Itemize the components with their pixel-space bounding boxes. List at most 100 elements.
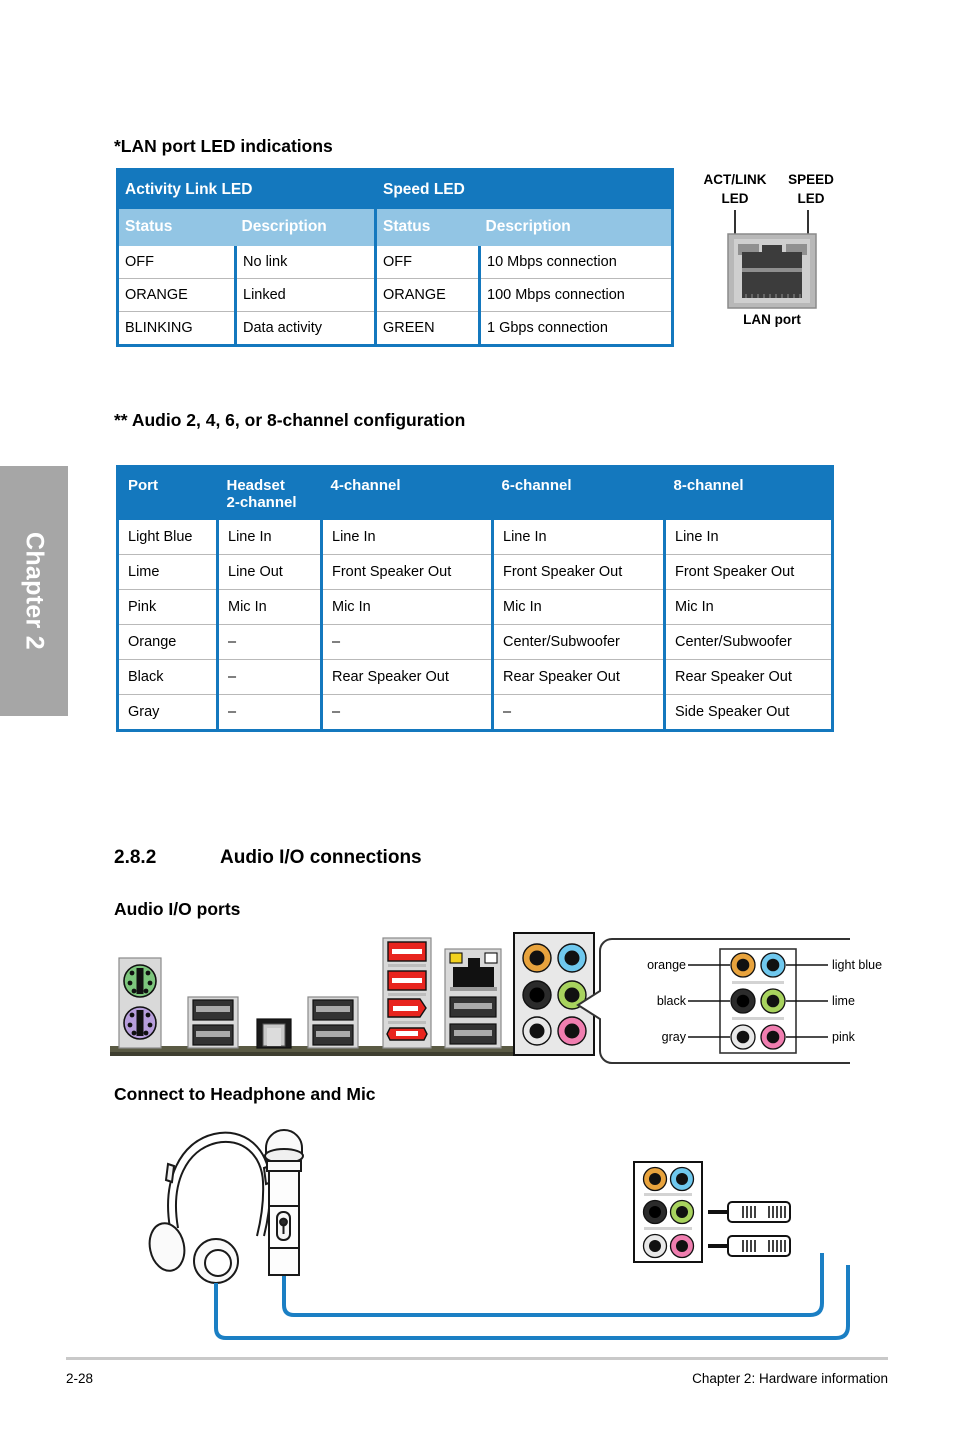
audio-jack-callout-bubble bbox=[576, 938, 949, 1064]
callout-label-gray: gray bbox=[661, 1030, 686, 1044]
cell-8ch: Line In bbox=[663, 520, 833, 555]
cell-4ch: Mic In bbox=[320, 589, 493, 625]
subheader-description-act: Description bbox=[235, 209, 376, 246]
cell-8ch: Mic In bbox=[663, 589, 833, 625]
header-port: Port bbox=[117, 466, 218, 520]
rear-io-panel-figure: orange black gray light blue lime pink bbox=[100, 925, 949, 1075]
cell-8ch: Center/Subwoofer bbox=[663, 624, 833, 660]
table-row: Orange – – Center/Subwoofer Center/Subwo… bbox=[117, 624, 833, 660]
rear-audio-jack-group bbox=[513, 932, 595, 1056]
cell-port: Lime bbox=[117, 554, 218, 590]
microphone-icon bbox=[264, 1129, 304, 1276]
cell-speed-status: GREEN bbox=[374, 311, 480, 346]
lan-led-table: Activity Link LED Speed LED Status Descr… bbox=[116, 168, 675, 347]
mic-plug-icon bbox=[708, 1235, 791, 1257]
audio-jack-plugs-svg bbox=[633, 1161, 791, 1263]
cell-speed-status: OFF bbox=[374, 246, 480, 279]
cell-act-status: ORANGE bbox=[117, 278, 236, 312]
cell-4ch: – bbox=[320, 694, 493, 731]
chapter-side-tab: Chapter 2 bbox=[0, 466, 68, 716]
optical-spdif-port bbox=[256, 1018, 292, 1049]
header-speed-led: Speed LED bbox=[373, 169, 673, 209]
footer-divider bbox=[66, 1357, 888, 1360]
lan-led-table-wrapper: Activity Link LED Speed LED Status Descr… bbox=[116, 168, 675, 347]
table-row: Black – Rear Speaker Out Rear Speaker Ou… bbox=[117, 659, 833, 695]
rear-io-panel-svg bbox=[110, 932, 949, 1064]
cell-6ch: Rear Speaker Out bbox=[491, 659, 665, 695]
headphone-icon bbox=[148, 1131, 274, 1284]
callout-label-lime: lime bbox=[832, 994, 855, 1008]
cell-2ch: – bbox=[216, 624, 322, 660]
table-row: Lime Line Out Front Speaker Out Front Sp… bbox=[117, 554, 833, 590]
cell-8ch: Front Speaker Out bbox=[663, 554, 833, 590]
table-subheader-row: Status Description Status Description bbox=[117, 209, 673, 246]
lan-port-figure: ACT/LINK LED SPEED LED LAN port bbox=[696, 168, 846, 328]
table-row: Light Blue Line In Line In Line In Line … bbox=[117, 520, 833, 555]
cell-6ch: Center/Subwoofer bbox=[491, 624, 665, 660]
table-row: Gray – – – Side Speaker Out bbox=[117, 694, 833, 731]
table-header-row: Port Headset 2-channel 4-channel 6-chann… bbox=[117, 466, 833, 520]
lan-fig-label-actlink-led: LED bbox=[721, 191, 749, 206]
header-headset-2channel: Headset 2-channel bbox=[217, 466, 322, 520]
usb-port-group-2 bbox=[307, 996, 359, 1049]
table-header-row: Activity Link LED Speed LED bbox=[117, 169, 673, 209]
usb3-esata-port-group bbox=[382, 937, 432, 1049]
cell-port: Black bbox=[117, 659, 218, 695]
cell-4ch: Rear Speaker Out bbox=[320, 659, 493, 695]
lan-usb-port-group bbox=[444, 948, 502, 1049]
cell-act-desc: Data activity bbox=[234, 311, 376, 346]
cell-speed-desc: 100 Mbps connection bbox=[477, 278, 673, 312]
cell-port: Pink bbox=[117, 589, 218, 625]
cell-4ch: – bbox=[320, 624, 493, 660]
chapter-tab-label: Chapter 2 bbox=[20, 531, 49, 651]
header-4channel: 4-channel bbox=[321, 466, 493, 520]
cell-8ch: Side Speaker Out bbox=[663, 694, 833, 731]
cell-port: Orange bbox=[117, 624, 218, 660]
footer-chapter-label: Chapter 2: Hardware information bbox=[692, 1371, 888, 1386]
lan-fig-caption: LAN port bbox=[743, 312, 801, 327]
audio-config-heading: ** Audio 2, 4, 6, or 8-channel configura… bbox=[114, 410, 466, 430]
cell-speed-desc: 1 Gbps connection bbox=[477, 311, 673, 346]
lan-fig-label-speed-led: LED bbox=[797, 191, 825, 206]
table-row: OFF No link OFF 10 Mbps connection bbox=[117, 246, 673, 279]
lan-fig-label-speed: SPEED bbox=[788, 172, 834, 187]
cell-8ch: Rear Speaker Out bbox=[663, 659, 833, 695]
cell-6ch: Line In bbox=[491, 520, 665, 555]
subheader-status-speed: Status bbox=[374, 209, 480, 246]
headphone-mic-heading: Connect to Headphone and Mic bbox=[114, 1084, 376, 1104]
audio-config-table: Port Headset 2-channel 4-channel 6-chann… bbox=[116, 465, 834, 732]
cell-4ch: Line In bbox=[320, 520, 493, 555]
cell-2ch: Mic In bbox=[216, 589, 322, 625]
headphone-plug-icon bbox=[708, 1201, 791, 1223]
cell-6ch: – bbox=[491, 694, 665, 731]
section-number: 2.8.2 bbox=[114, 847, 157, 868]
subheader-status-act: Status bbox=[117, 209, 236, 246]
lan-led-heading: *LAN port LED indications bbox=[114, 136, 333, 156]
audio-config-table-wrapper: Port Headset 2-channel 4-channel 6-chann… bbox=[116, 465, 834, 732]
cell-act-desc: Linked bbox=[234, 278, 376, 312]
subheader-description-speed: Description bbox=[479, 209, 673, 246]
cell-act-desc: No link bbox=[234, 246, 376, 279]
callout-label-pink: pink bbox=[832, 1030, 855, 1044]
header-6channel: 6-channel bbox=[492, 466, 665, 520]
usb-port-group-1 bbox=[187, 996, 239, 1049]
callout-label-orange: orange bbox=[647, 958, 686, 972]
table-row: BLINKING Data activity GREEN 1 Gbps conn… bbox=[117, 311, 673, 346]
lan-port-icon bbox=[727, 210, 817, 309]
cell-port: Gray bbox=[117, 694, 218, 731]
table-row: Pink Mic In Mic In Mic In Mic In bbox=[117, 589, 833, 625]
cell-2ch: – bbox=[216, 659, 322, 695]
cell-4ch: Front Speaker Out bbox=[320, 554, 493, 590]
header-8channel: 8-channel bbox=[664, 466, 833, 520]
cell-6ch: Mic In bbox=[491, 589, 665, 625]
audio-jack-connection-figure bbox=[630, 1158, 860, 1288]
ps2-port-group bbox=[118, 957, 162, 1049]
table-row: ORANGE Linked ORANGE 100 Mbps connection bbox=[117, 278, 673, 312]
cell-2ch: Line In bbox=[216, 520, 322, 555]
section-title: Audio I/O connections bbox=[220, 847, 422, 868]
cell-speed-desc: 10 Mbps connection bbox=[477, 246, 673, 279]
header-activity-link-led: Activity Link LED bbox=[117, 169, 376, 209]
cell-6ch: Front Speaker Out bbox=[491, 554, 665, 590]
cell-2ch: – bbox=[216, 694, 322, 731]
lan-fig-label-actlink: ACT/LINK bbox=[703, 172, 767, 187]
